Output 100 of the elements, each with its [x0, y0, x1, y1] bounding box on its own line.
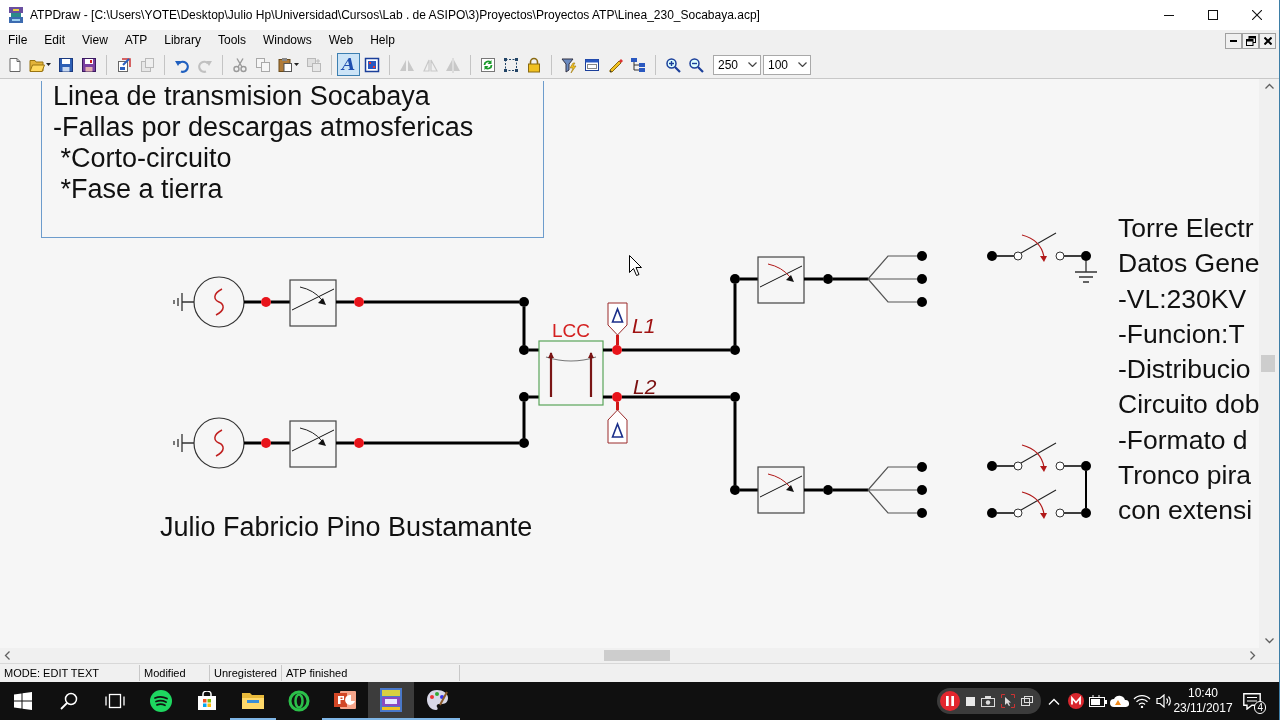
app-icon: [8, 7, 24, 23]
wire-fan: [867, 466, 918, 514]
zigzag-disc-icon[interactable]: [1068, 693, 1084, 709]
menu-item[interactable]: View: [73, 30, 117, 51]
switch-symbol: [289, 420, 337, 468]
menu-item[interactable]: Edit: [35, 30, 74, 51]
node-dot: [823, 485, 833, 495]
caret-icon[interactable]: [46, 63, 51, 66]
node-dot: [730, 485, 740, 495]
wire: [603, 395, 612, 399]
node-dot: [612, 345, 622, 355]
palette-icon[interactable]: [426, 689, 448, 711]
menu-item[interactable]: Windows: [254, 30, 321, 51]
drawing-canvas[interactable]: [0, 79, 1259, 648]
ground-icon: [1074, 260, 1098, 283]
scroll-up-icon[interactable]: [1264, 83, 1274, 89]
zoom-select[interactable]: 100: [763, 54, 811, 75]
minimize-icon[interactable]: [1230, 39, 1237, 42]
task-view-icon[interactable]: [105, 693, 125, 709]
spec-line: Circuito dob: [1118, 388, 1259, 422]
close-icon[interactable]: [1263, 36, 1272, 45]
wire: [603, 348, 612, 352]
node-dot: [261, 438, 271, 448]
menu-item[interactable]: Help: [361, 30, 404, 51]
spec-line: Datos Gene: [1118, 247, 1259, 281]
spec-line: con extensi: [1118, 494, 1254, 527]
menu-item[interactable]: Web: [320, 30, 362, 51]
wire: [833, 488, 868, 492]
menu-item[interactable]: ATP: [116, 30, 156, 51]
clock-date[interactable]: 23/11/2017: [1173, 701, 1233, 716]
zoom-select[interactable]: 250: [713, 54, 761, 75]
app-tile-icon[interactable]: [379, 687, 403, 713]
ground-icon: [173, 433, 195, 453]
scroll-right-icon[interactable]: [1250, 651, 1256, 660]
menu-item[interactable]: Library: [155, 30, 210, 51]
text-frame[interactable]: Linea de transmision Socabaya -Fallas por descargas atmosfericas *Corto-circuito *Fase a tierra: [41, 81, 544, 238]
menu-item[interactable]: Tools: [209, 30, 255, 51]
wire: [529, 348, 539, 352]
wire: [336, 300, 354, 304]
cloud-icon[interactable]: [1110, 694, 1130, 708]
node-dot: [917, 462, 927, 472]
caret-icon[interactable]: [798, 62, 807, 67]
text-mode-button[interactable]: A: [337, 53, 360, 76]
voltage-probe-icon: [607, 402, 628, 444]
ac-source-icon: [193, 417, 245, 469]
wire: [804, 488, 823, 492]
node-dot: [261, 297, 271, 307]
recorder-bar[interactable]: [937, 688, 1041, 714]
node-dot: [519, 345, 529, 355]
search-icon[interactable]: [60, 692, 78, 710]
menu-item[interactable]: File: [0, 30, 36, 51]
switch-symbol: [289, 279, 337, 327]
notification-count[interactable]: 4: [1254, 701, 1266, 714]
scroll-down-icon[interactable]: [1264, 638, 1274, 644]
author-name: Julio Fabricio Pino Bustamante: [160, 511, 533, 543]
clock-time[interactable]: 10:40: [1188, 686, 1218, 701]
spec-line: Torre Electr: [1118, 212, 1255, 245]
close-icon[interactable]: [1252, 10, 1262, 20]
presentation-icon[interactable]: [334, 690, 356, 710]
pointer-cursor-icon: [629, 255, 642, 276]
node-dot: [730, 345, 740, 355]
horizontal-scrollbar[interactable]: [0, 648, 1260, 663]
windows-logo-icon[interactable]: [14, 692, 32, 710]
node-dot: [730, 392, 740, 402]
node-dot: [917, 508, 927, 518]
cursor-frame-icon[interactable]: [1001, 694, 1015, 708]
caret-icon[interactable]: [748, 62, 757, 67]
minimize-icon[interactable]: [1164, 14, 1174, 16]
vertical-scrollbar[interactable]: [1259, 79, 1279, 648]
shopping-bag-icon[interactable]: [197, 691, 217, 711]
notification-icon[interactable]: [1243, 692, 1261, 710]
wire: [244, 441, 261, 445]
stop-icon[interactable]: [966, 696, 975, 706]
status-text: Modified: [140, 665, 210, 681]
camera-icon[interactable]: [981, 695, 995, 707]
chevron-up-icon[interactable]: [1048, 697, 1060, 705]
ring-icon[interactable]: [288, 690, 310, 712]
window-icon[interactable]: [1021, 696, 1033, 706]
maximize-icon[interactable]: [1208, 10, 1218, 20]
child-minimize-button[interactable]: [1225, 32, 1242, 49]
taskbar-app-button[interactable]: [368, 682, 414, 720]
pause-icon[interactable]: [940, 691, 960, 711]
wire: [529, 395, 539, 399]
clipboard-icon[interactable]: [277, 56, 293, 73]
wifi-icon[interactable]: [1133, 694, 1151, 708]
caret-icon[interactable]: [294, 63, 299, 66]
speaker-icon[interactable]: [1155, 694, 1173, 708]
node-dot: [519, 297, 529, 307]
component-label: LCC: [552, 320, 590, 341]
status-text: Unregistered: [210, 665, 282, 681]
node-dot: [917, 297, 927, 307]
ac-source-icon: [193, 276, 245, 328]
probe-label: L1: [632, 314, 656, 337]
wave-disc-icon[interactable]: [150, 690, 172, 712]
scroll-left-icon[interactable]: [4, 651, 10, 660]
scrollbar-thumb[interactable]: [1261, 355, 1275, 372]
child-close-button[interactable]: [1259, 32, 1276, 49]
scrollbar-thumb[interactable]: [604, 650, 670, 661]
battery-icon[interactable]: [1089, 695, 1107, 707]
folder-icon[interactable]: [242, 691, 264, 709]
